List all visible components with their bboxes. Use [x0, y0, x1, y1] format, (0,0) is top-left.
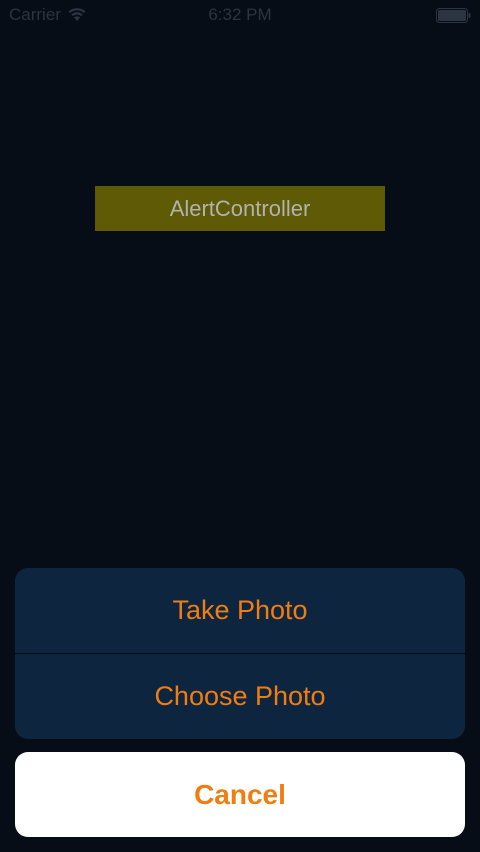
- alert-controller-label: AlertController: [169, 195, 311, 221]
- battery-icon: [436, 8, 471, 23]
- take-photo-label: Take Photo: [172, 595, 308, 625]
- choose-photo-label: Choose Photo: [154, 681, 326, 711]
- alert-controller-button[interactable]: AlertController: [95, 186, 385, 231]
- cancel-button[interactable]: Cancel: [15, 752, 465, 837]
- status-time: 6:32 PM: [208, 5, 272, 24]
- choose-photo-button[interactable]: Choose Photo: [15, 654, 465, 739]
- take-photo-button[interactable]: Take Photo: [15, 568, 465, 653]
- status-bar: Carrier 6:32 PM: [0, 0, 480, 32]
- action-sheet: Take Photo Choose Photo: [15, 568, 465, 739]
- cancel-label: Cancel: [194, 778, 286, 810]
